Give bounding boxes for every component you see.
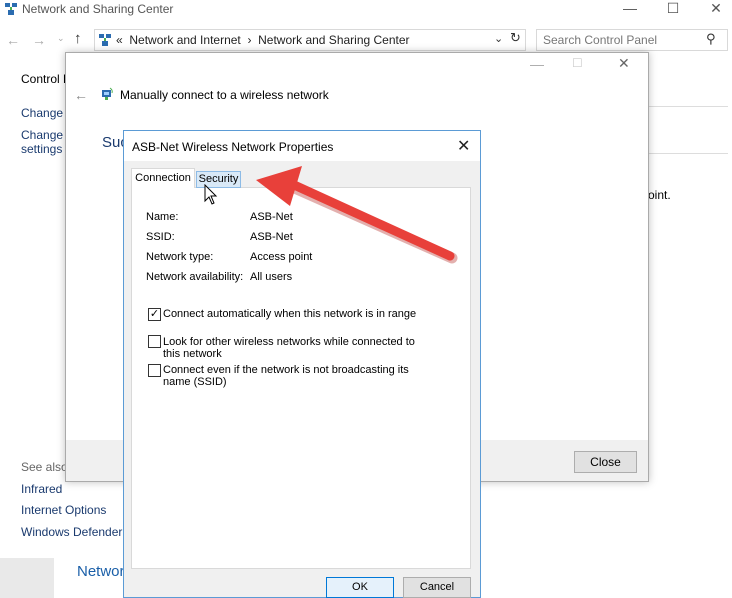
annotation-arrow xyxy=(256,166,458,264)
mouse-cursor-icon xyxy=(204,184,218,205)
